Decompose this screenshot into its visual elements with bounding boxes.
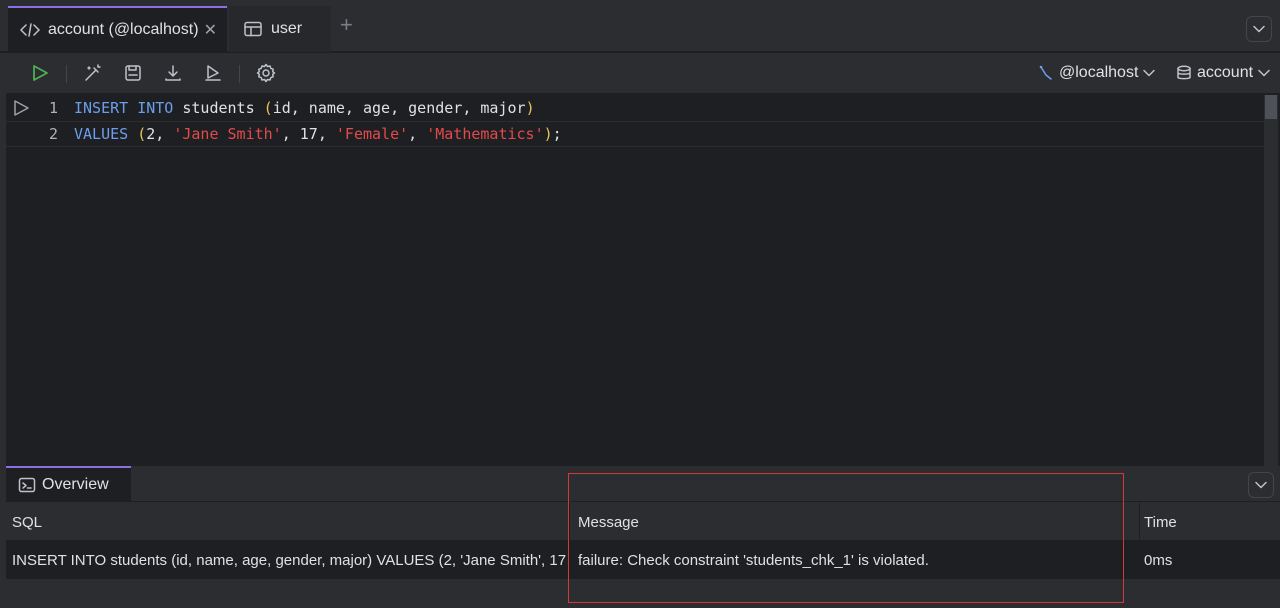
editor-line-2: 2 VALUES (2, 'Jane Smith', 17, 'Female',…	[6, 121, 1264, 147]
results-panel: Overview SQL Message Time INSERT INTO st…	[6, 466, 1280, 608]
toolbar-divider	[239, 65, 240, 83]
column-header-time[interactable]: Time	[1138, 503, 1280, 541]
paren: )	[525, 99, 535, 117]
table-header: SQL Message Time	[6, 503, 1280, 541]
column-divider[interactable]	[569, 503, 570, 579]
tab-label: user	[271, 20, 303, 37]
string-literal: 'Mathematics'	[426, 125, 544, 143]
column-header-sql[interactable]: SQL	[6, 503, 568, 541]
string-literal: 'Female'	[335, 125, 409, 143]
cell-message: failure: Check constraint 'students_chk_…	[578, 551, 929, 569]
paren: )	[543, 125, 553, 143]
code-icon	[20, 20, 40, 40]
line-number: 1	[48, 99, 58, 117]
column-list: id, name, age, gender, major	[272, 99, 526, 117]
gear-icon	[256, 63, 276, 83]
semicolon: ;	[552, 125, 562, 143]
terminal-icon	[18, 477, 36, 493]
close-tab-icon[interactable]: ✕	[204, 20, 217, 40]
add-tab-icon[interactable]: +	[340, 14, 353, 36]
column-header-message[interactable]: Message	[572, 503, 1138, 541]
run-button[interactable]	[30, 63, 50, 83]
chevron-down-icon	[1143, 69, 1156, 77]
database-selector[interactable]: account	[1176, 64, 1270, 82]
column-divider[interactable]	[1139, 503, 1140, 579]
explain-button[interactable]	[203, 63, 223, 83]
value-separator: ,	[408, 125, 427, 143]
toolbar-divider	[66, 65, 67, 83]
results-tab-bar: Overview	[6, 466, 1280, 502]
tab-user[interactable]: user	[229, 6, 331, 52]
database-label: account	[1197, 64, 1254, 81]
beautify-button[interactable]	[83, 63, 103, 83]
save-icon	[125, 65, 141, 81]
tab-overview-label: Overview	[42, 476, 109, 493]
magic-wand-icon	[85, 64, 101, 81]
code-line-1: INSERT INTO students (id, name, age, gen…	[74, 99, 535, 117]
cell-sql: INSERT INTO students (id, name, age, gen…	[12, 551, 566, 569]
tab-account-localhost[interactable]: account (@localhost) ✕	[8, 6, 227, 52]
chevron-down-icon	[1255, 481, 1267, 489]
tab-label: account (@localhost)	[48, 21, 199, 38]
results-footer	[6, 581, 1280, 608]
connection-selector[interactable]: @localhost	[1038, 64, 1156, 82]
table-name: students	[182, 99, 255, 117]
value: , 17,	[281, 125, 336, 143]
play-outline-icon	[205, 65, 221, 81]
sql-editor[interactable]: 1 INSERT INTO students (id, name, age, g…	[6, 93, 1264, 466]
chevron-down-icon	[1258, 69, 1270, 77]
download-icon	[165, 65, 181, 81]
cell-time: 0ms	[1144, 551, 1173, 569]
run-statement-icon[interactable]	[12, 99, 30, 117]
connection-icon	[1039, 65, 1052, 80]
tab-overview[interactable]: Overview	[6, 466, 131, 502]
table-icon	[243, 19, 263, 39]
tabs-dropdown-button[interactable]	[1246, 16, 1272, 42]
play-icon	[33, 65, 48, 81]
code-line-2: VALUES (2, 'Jane Smith', 17, 'Female', '…	[74, 125, 562, 143]
chevron-down-icon	[1253, 25, 1265, 33]
string-literal: 'Jane Smith'	[173, 125, 282, 143]
download-button[interactable]	[163, 63, 183, 83]
line-number: 2	[48, 125, 58, 143]
paren: (	[263, 99, 273, 117]
table-row[interactable]: INSERT INTO students (id, name, age, gen…	[6, 541, 1280, 579]
keyword: VALUES	[74, 125, 129, 143]
query-toolbar: @localhost account	[0, 53, 1280, 93]
editor-scrollbar[interactable]	[1264, 95, 1278, 466]
connection-label: @localhost	[1059, 64, 1139, 81]
scrollbar-thumb[interactable]	[1265, 95, 1277, 119]
editor-tab-bar: account (@localhost) ✕ user +	[0, 0, 1280, 52]
paren: (	[137, 125, 147, 143]
panel-collapse-button[interactable]	[1248, 472, 1274, 498]
settings-button[interactable]	[256, 63, 276, 83]
value: 2,	[146, 125, 174, 143]
save-button[interactable]	[123, 63, 143, 83]
database-icon	[1177, 65, 1191, 80]
editor-line-1: 1 INSERT INTO students (id, name, age, g…	[6, 95, 1264, 121]
keyword: INTO	[137, 99, 174, 117]
keyword: INSERT	[74, 99, 129, 117]
